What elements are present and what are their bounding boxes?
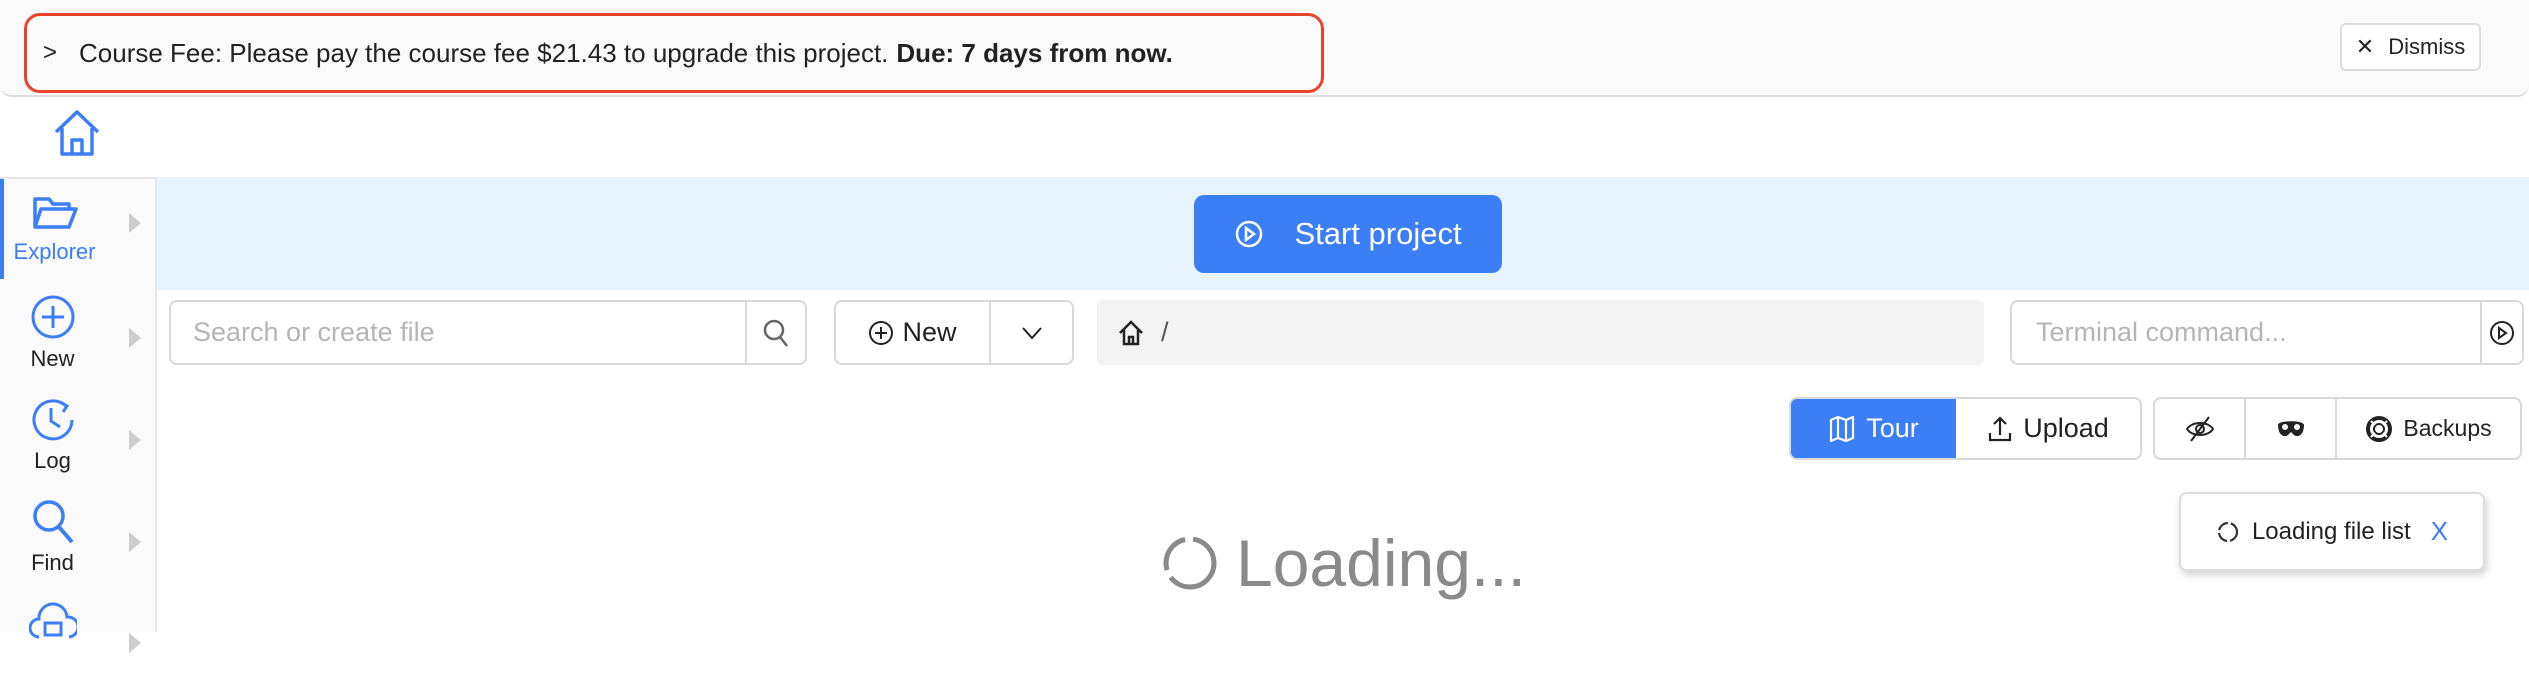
mask-button[interactable]	[2244, 399, 2335, 458]
search-input[interactable]: Search or create file	[169, 300, 807, 365]
terminal-command-input[interactable]: Terminal command...	[2010, 300, 2524, 365]
view-options-group: Backups	[2153, 397, 2522, 460]
expand-arrow-icon[interactable]	[129, 430, 141, 450]
backups-label: Backups	[2403, 415, 2492, 441]
start-project-label: Start project	[1294, 216, 1462, 251]
course-fee-banner: > Course Fee: Please pay the course fee …	[0, 0, 2529, 97]
start-project-button[interactable]: Start project	[1194, 195, 1502, 273]
sidebar-item-log[interactable]: Log	[0, 396, 155, 496]
tour-label: Tour	[1866, 413, 1919, 443]
history-icon	[32, 399, 73, 441]
expand-arrow-icon[interactable]	[129, 328, 141, 348]
loading-text: Loading...	[1236, 526, 1526, 600]
new-dropdown-button[interactable]	[991, 326, 1072, 340]
plus-circle-icon	[869, 320, 894, 345]
run-command-button[interactable]	[2480, 302, 2522, 363]
sidebar-item-label: Log	[34, 448, 71, 473]
home-icon[interactable]	[1117, 319, 1145, 347]
tour-button[interactable]: Tour	[1791, 399, 1956, 458]
sidebar-item-label: Find	[31, 550, 74, 575]
search-button[interactable]	[745, 302, 805, 363]
new-label: New	[902, 317, 957, 347]
life-ring-icon	[2366, 415, 2393, 442]
close-icon: ✕	[2355, 34, 2375, 59]
chevron-down-icon	[1021, 326, 1042, 339]
cloud-icon	[28, 602, 77, 639]
loading-indicator: Loading...	[1160, 525, 1526, 601]
expand-arrow-icon[interactable]	[129, 213, 141, 233]
breadcrumb: /	[1097, 300, 1984, 365]
dismiss-label: Dismiss	[2388, 34, 2466, 59]
upload-label: Upload	[2023, 413, 2109, 443]
terminal-placeholder: Terminal command...	[2036, 317, 2287, 347]
sidebar-item-label: Explorer	[13, 239, 96, 264]
folder-open-icon	[32, 197, 78, 229]
toast-close-button[interactable]: X	[2431, 516, 2448, 547]
sidebar-item-cloud[interactable]	[0, 599, 155, 699]
expand-arrow-icon[interactable]	[129, 633, 141, 653]
new-button-group: New	[834, 300, 1074, 365]
new-button[interactable]: New	[836, 302, 991, 363]
spinner-icon	[1163, 536, 1217, 590]
dismiss-button[interactable]: ✕ Dismiss	[2340, 23, 2481, 71]
loading-toast: Loading file list X	[2179, 492, 2485, 571]
search-placeholder: Search or create file	[193, 317, 435, 347]
search-icon	[763, 319, 788, 347]
search-icon	[32, 500, 74, 544]
sidebar-item-explorer[interactable]: Explorer	[0, 179, 155, 279]
home-icon[interactable]	[52, 108, 102, 160]
sidebar-item-find[interactable]: Find	[0, 498, 155, 598]
play-circle-icon	[1236, 220, 1263, 248]
mask-icon	[2277, 420, 2304, 436]
toast-text: Loading file list	[2251, 517, 2411, 545]
tour-upload-group: Tour Upload	[1789, 397, 2142, 460]
upload-button[interactable]: Upload	[1956, 399, 2140, 458]
course-fee-message[interactable]: > Course Fee: Please pay the course fee …	[24, 13, 1324, 93]
eye-slash-icon	[2185, 415, 2214, 442]
sidebar-item-new[interactable]: New	[0, 294, 155, 394]
sidebar: Explorer New Log Find	[0, 177, 157, 653]
expand-arrow-icon[interactable]	[129, 532, 141, 552]
chevron-right-icon[interactable]: >	[43, 39, 57, 67]
backups-button[interactable]: Backups	[2335, 399, 2520, 458]
upload-icon	[1989, 415, 2012, 441]
fee-due: Due: 7 days from now.	[896, 37, 1173, 68]
map-icon	[1830, 415, 1855, 442]
fee-text: Course Fee: Please pay the course fee $2…	[79, 37, 889, 68]
breadcrumb-path: /	[1161, 317, 1169, 347]
play-circle-icon	[2490, 320, 2514, 345]
spinner-icon	[2217, 521, 2239, 542]
hide-hidden-files-button[interactable]	[2155, 399, 2244, 458]
plus-circle-icon	[31, 295, 74, 339]
sidebar-item-label: New	[30, 346, 75, 371]
